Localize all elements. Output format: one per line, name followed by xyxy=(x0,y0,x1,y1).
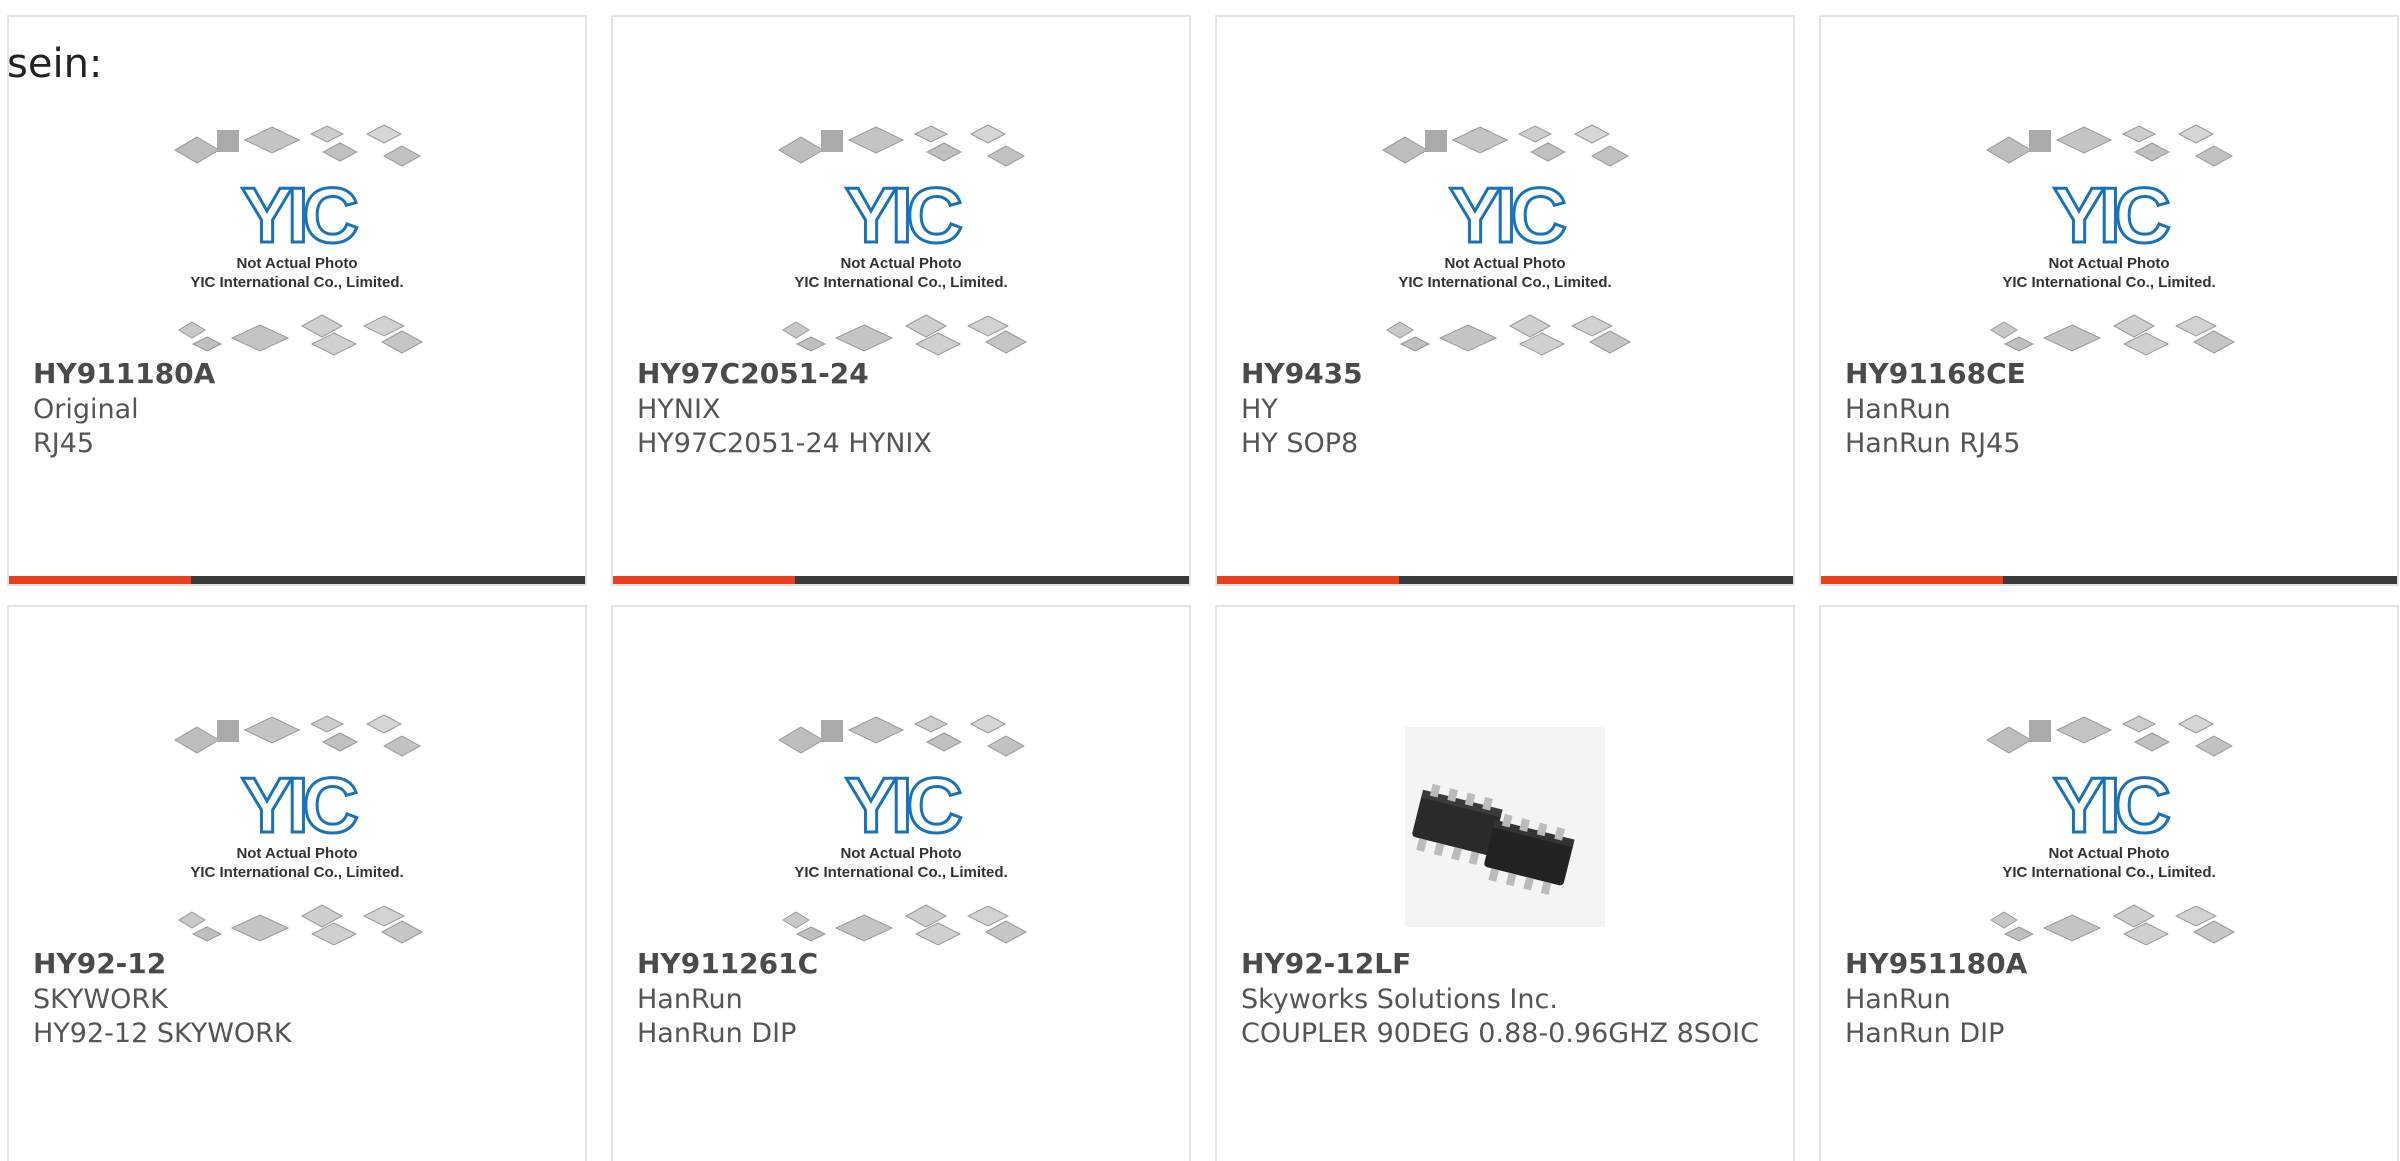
description: HanRun RJ45 xyxy=(1845,428,2021,459)
card-accent-bar xyxy=(613,576,1189,584)
soic-chip-icon xyxy=(1405,727,1605,927)
svg-text:Not Actual Photo: Not Actual Photo xyxy=(2048,255,2169,272)
placeholder-graphic: YIC Not Actual Photo YIC International C… xyxy=(1986,124,2236,356)
placeholder-image: YIC Not Actual Photo YIC International C… xyxy=(613,692,1189,962)
description: HY97C2051-24 HYNIX xyxy=(637,428,932,459)
card-accent-bar xyxy=(9,576,585,584)
product-grid-page: sein: YIC Not Actual Photo YIC Internati… xyxy=(0,0,2400,1161)
product-card[interactable]: YIC Not Actual Photo YIC International C… xyxy=(1819,15,2399,586)
svg-text:YIC International Co., Limited: YIC International Co., Limited. xyxy=(190,274,403,291)
svg-text:YIC International Co., Limited: YIC International Co., Limited. xyxy=(794,864,1007,881)
product-card[interactable]: HY92-12LF Skyworks Solutions Inc. COUPLE… xyxy=(1215,605,1795,1161)
placeholder-image: YIC Not Actual Photo YIC International C… xyxy=(9,692,585,962)
chip-photo xyxy=(1217,692,1793,962)
part-number-link[interactable]: HY951180A xyxy=(1845,947,2027,981)
part-number-link[interactable]: HY911261C xyxy=(637,947,818,981)
svg-text:YIC International Co., Limited: YIC International Co., Limited. xyxy=(2002,864,2215,881)
product-card[interactable]: YIC Not Actual Photo YIC International C… xyxy=(1215,15,1795,586)
placeholder-image: YIC Not Actual Photo YIC International C… xyxy=(1821,102,2397,372)
svg-text:Not Actual Photo: Not Actual Photo xyxy=(236,845,357,862)
svg-text:Not Actual Photo: Not Actual Photo xyxy=(1444,255,1565,272)
svg-text:YIC: YIC xyxy=(1449,171,1566,259)
product-card[interactable]: YIC Not Actual Photo YIC International C… xyxy=(7,605,587,1161)
part-number-link[interactable]: HY91168CE xyxy=(1845,357,2026,391)
placeholder-graphic: YIC Not Actual Photo YIC International C… xyxy=(174,124,424,356)
svg-text:YIC International Co., Limited: YIC International Co., Limited. xyxy=(1398,274,1611,291)
description: COUPLER 90DEG 0.88-0.96GHZ 8SOIC xyxy=(1241,1018,1759,1049)
placeholder-graphic: YIC Not Actual Photo YIC International C… xyxy=(778,714,1028,946)
description: RJ45 xyxy=(33,428,95,459)
svg-text:YIC: YIC xyxy=(845,171,962,259)
svg-text:Not Actual Photo: Not Actual Photo xyxy=(840,845,961,862)
svg-text:Not Actual Photo: Not Actual Photo xyxy=(2048,845,2169,862)
svg-text:YIC: YIC xyxy=(2053,761,2170,849)
svg-text:Not Actual Photo: Not Actual Photo xyxy=(236,255,357,272)
manufacturer: HYNIX xyxy=(637,394,721,425)
svg-text:YIC International Co., Limited: YIC International Co., Limited. xyxy=(794,274,1007,291)
manufacturer: HY xyxy=(1241,394,1278,425)
description: HY92-12 SKYWORK xyxy=(33,1018,292,1049)
product-card[interactable]: YIC Not Actual Photo YIC International C… xyxy=(611,605,1191,1161)
placeholder-image: YIC Not Actual Photo YIC International C… xyxy=(1217,102,1793,372)
svg-text:YIC: YIC xyxy=(241,761,358,849)
svg-text:YIC International Co., Limited: YIC International Co., Limited. xyxy=(190,864,403,881)
placeholder-image: YIC Not Actual Photo YIC International C… xyxy=(1821,692,2397,962)
manufacturer: Skyworks Solutions Inc. xyxy=(1241,984,1558,1015)
svg-text:YIC: YIC xyxy=(2053,171,2170,259)
part-number-link[interactable]: HY9435 xyxy=(1241,357,1363,391)
part-number-link[interactable]: HY92-12LF xyxy=(1241,947,1411,981)
part-number-link[interactable]: HY911180A xyxy=(33,357,215,391)
card-accent-bar xyxy=(1217,576,1793,584)
intro-text: sein: xyxy=(7,41,103,87)
manufacturer: Original xyxy=(33,394,139,425)
placeholder-image: YIC Not Actual Photo YIC International C… xyxy=(613,102,1189,372)
part-number-link[interactable]: HY92-12 xyxy=(33,947,166,981)
placeholder-image: YIC Not Actual Photo YIC International C… xyxy=(9,102,585,372)
manufacturer: SKYWORK xyxy=(33,984,168,1015)
description: HY SOP8 xyxy=(1241,428,1359,459)
part-number-link[interactable]: HY97C2051-24 xyxy=(637,357,869,391)
placeholder-graphic: YIC Not Actual Photo YIC International C… xyxy=(778,124,1028,356)
svg-text:YIC International Co., Limited: YIC International Co., Limited. xyxy=(2002,274,2215,291)
svg-text:Not Actual Photo: Not Actual Photo xyxy=(840,255,961,272)
card-accent-bar xyxy=(1821,576,2397,584)
description: HanRun DIP xyxy=(637,1018,797,1049)
placeholder-graphic: YIC Not Actual Photo YIC International C… xyxy=(174,714,424,946)
product-card[interactable]: YIC Not Actual Photo YIC International C… xyxy=(7,15,587,586)
placeholder-graphic: YIC Not Actual Photo YIC International C… xyxy=(1986,714,2236,946)
svg-text:YIC: YIC xyxy=(241,171,358,259)
manufacturer: HanRun xyxy=(1845,984,1951,1015)
placeholder-graphic: YIC Not Actual Photo YIC International C… xyxy=(1382,124,1632,356)
product-card[interactable]: YIC Not Actual Photo YIC International C… xyxy=(611,15,1191,586)
description: HanRun DIP xyxy=(1845,1018,2005,1049)
svg-text:YIC: YIC xyxy=(845,761,962,849)
manufacturer: HanRun xyxy=(637,984,743,1015)
manufacturer: HanRun xyxy=(1845,394,1951,425)
product-card[interactable]: YIC Not Actual Photo YIC International C… xyxy=(1819,605,2399,1161)
